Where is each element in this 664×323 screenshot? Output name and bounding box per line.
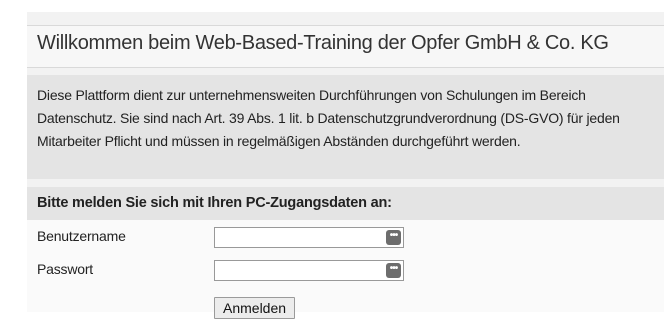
info-box: Diese Plattform dient zur unternehmenswe… xyxy=(27,75,664,179)
password-manager-icon[interactable]: ••• xyxy=(386,230,401,245)
login-header: Bitte melden Sie sich mit Ihren PC-Zugan… xyxy=(27,187,664,220)
login-panel: Willkommen beim Web-Based-Training der O… xyxy=(27,12,664,319)
password-label: Passwort xyxy=(37,261,93,277)
username-label: Benutzername xyxy=(37,228,126,244)
title-bar: Willkommen beim Web-Based-Training der O… xyxy=(27,25,664,68)
login-button[interactable]: Anmelden xyxy=(214,297,296,319)
password-input[interactable] xyxy=(215,261,386,280)
login-instruction: Bitte melden Sie sich mit Ihren PC-Zugan… xyxy=(37,195,392,211)
username-input[interactable] xyxy=(215,228,386,247)
password-field[interactable]: ••• xyxy=(214,260,404,281)
page-title: Willkommen beim Web-Based-Training der O… xyxy=(37,32,609,54)
info-text: Diese Plattform dient zur unternehmenswe… xyxy=(37,87,620,149)
password-manager-icon[interactable]: ••• xyxy=(386,263,401,278)
login-form: Benutzername ••• Passwort ••• Anmelden xyxy=(27,220,664,319)
username-field[interactable]: ••• xyxy=(214,227,404,248)
